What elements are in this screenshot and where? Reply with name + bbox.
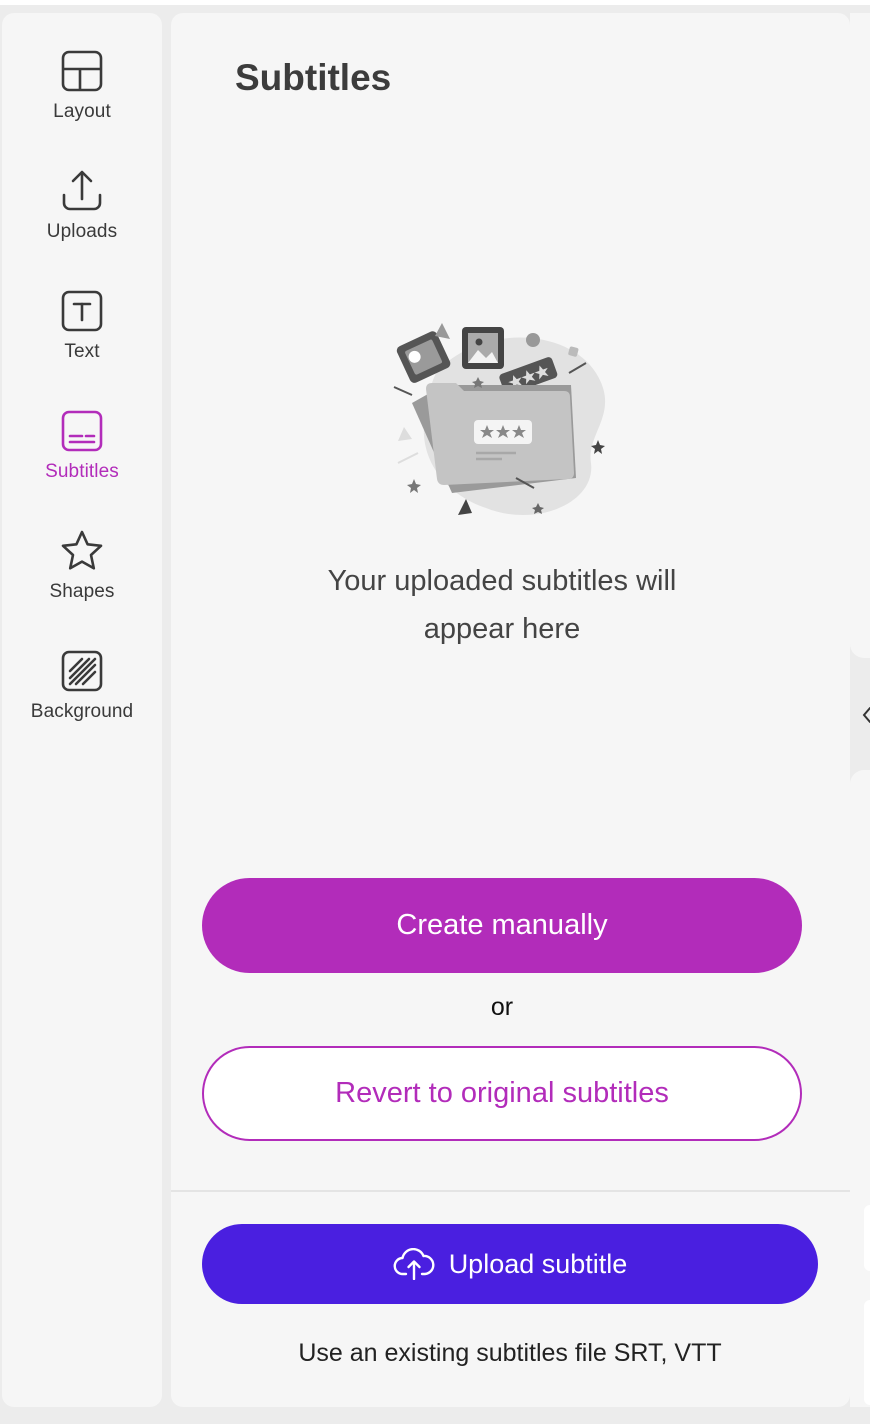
- revert-subtitles-button[interactable]: Revert to original subtitles: [202, 1046, 802, 1141]
- left-sidebar: Layout Uploads Text Subtitles Shapes Bac…: [2, 13, 162, 1407]
- adjacent-card: [864, 1205, 870, 1271]
- subtitles-icon: [59, 408, 105, 454]
- sidebar-item-subtitles[interactable]: Subtitles: [2, 408, 162, 508]
- sidebar-item-background[interactable]: Background: [2, 648, 162, 748]
- subtitles-panel: Subtitles Your uploaded subtitles will a…: [171, 13, 850, 1407]
- adjacent-panel-top: [850, 13, 870, 658]
- layout-icon: [59, 48, 105, 94]
- empty-state-message: Your uploaded subtitles will appear here: [327, 565, 677, 645]
- upload-subtitle-label: Upload subtitle: [448, 1248, 628, 1279]
- cloud-upload-icon: [393, 1248, 435, 1280]
- top-border: [0, 0, 870, 5]
- upload-subtitle-button[interactable]: Upload subtitle: [202, 1224, 818, 1304]
- sidebar-item-label: Shapes: [49, 581, 115, 602]
- sidebar-item-label: Layout: [53, 101, 111, 122]
- create-manually-button[interactable]: Create manually: [202, 878, 802, 973]
- page-title: Subtitles: [235, 57, 392, 98]
- upload-hint: Use an existing subtitles file SRT, VTT: [298, 1339, 722, 1367]
- text-icon: [59, 288, 105, 334]
- background-icon: [59, 648, 105, 694]
- sidebar-item-label: Background: [30, 701, 134, 722]
- or-separator: or: [490, 993, 514, 1021]
- sidebar-item-label: Uploads: [46, 221, 118, 242]
- sidebar-item-label: Text: [64, 341, 100, 362]
- sidebar-item-text[interactable]: Text: [2, 288, 162, 388]
- collapse-chevron-icon[interactable]: [860, 704, 870, 726]
- divider: [171, 1190, 850, 1192]
- sidebar-item-uploads[interactable]: Uploads: [2, 168, 162, 268]
- sidebar-item-label: Subtitles: [45, 461, 119, 482]
- upload-icon: [59, 168, 105, 214]
- star-icon: [59, 528, 105, 574]
- sidebar-item-shapes[interactable]: Shapes: [2, 528, 162, 628]
- adjacent-card: [864, 1300, 870, 1405]
- sidebar-item-layout[interactable]: Layout: [2, 48, 162, 148]
- empty-state-illustration: [386, 303, 626, 523]
